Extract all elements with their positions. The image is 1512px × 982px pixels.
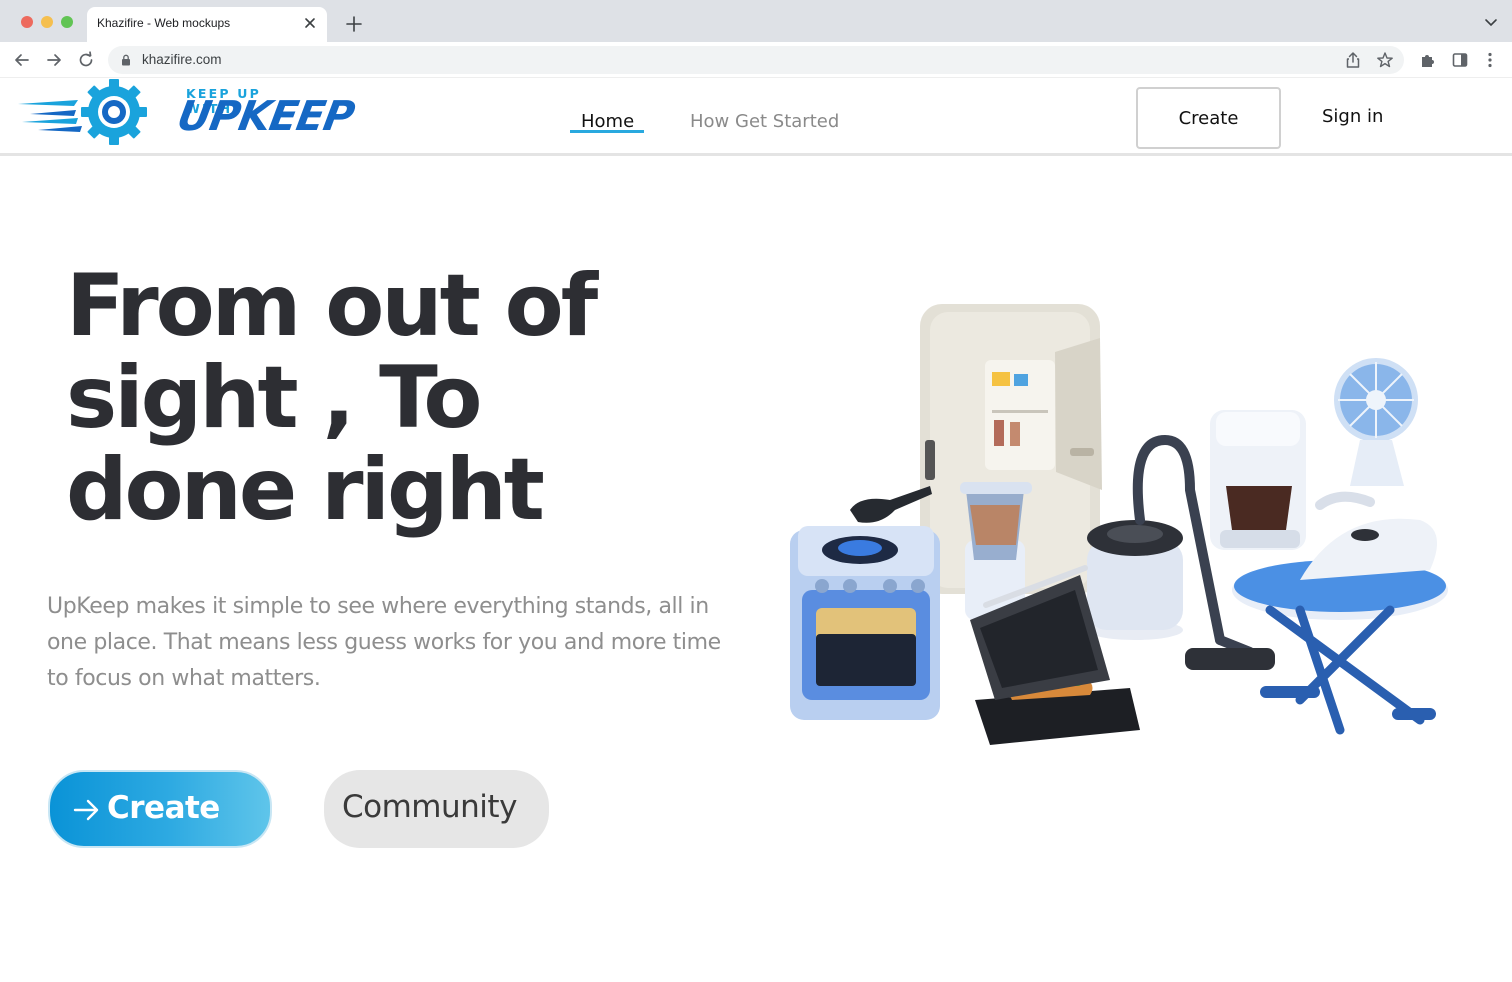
browser-tab[interactable]: Khazifire - Web mockups (87, 7, 327, 42)
extensions-puzzle-icon[interactable] (1419, 51, 1437, 69)
upkeep-logo[interactable]: KEEP UP WITH UPKEEP (16, 78, 357, 148)
share-icon[interactable] (1344, 51, 1362, 69)
hero-headline: From out of sight , To done right (66, 260, 766, 536)
hero-community-label: Community (342, 789, 517, 825)
gear-logo-icon (18, 79, 147, 145)
close-window-button[interactable] (21, 16, 33, 28)
chevron-down-icon[interactable] (1484, 16, 1498, 30)
nav-home-link[interactable]: Home (581, 111, 634, 132)
nav-how-get-started-link[interactable]: How Get Started (690, 111, 839, 132)
site-header: KEEP UP WITH UPKEEP Home How Get Started… (0, 78, 1512, 156)
minimize-window-button[interactable] (41, 16, 53, 28)
browser-tab-bar: Khazifire - Web mockups (0, 0, 1512, 42)
arrow-right-icon (73, 799, 99, 821)
address-bar[interactable]: khazifire.com (108, 46, 1404, 74)
reload-icon[interactable] (76, 50, 96, 70)
back-arrow-icon[interactable] (12, 50, 32, 70)
side-panel-icon[interactable] (1451, 51, 1469, 69)
tab-title: Khazifire - Web mockups (97, 16, 231, 30)
logo-wordmark: UPKEEP (173, 92, 358, 140)
hero-description: UpKeep makes it simple to see where ever… (47, 594, 721, 691)
bookmark-star-icon[interactable] (1376, 51, 1394, 69)
headline-line: From out of (66, 256, 598, 356)
maximize-window-button[interactable] (61, 16, 73, 28)
stove-icon (790, 486, 940, 720)
sign-in-link[interactable]: Sign in (1322, 106, 1383, 127)
close-icon[interactable] (301, 14, 319, 32)
forward-arrow-icon[interactable] (44, 50, 64, 70)
headline-line: sight , To (66, 348, 482, 448)
url-text: khazifire.com (142, 52, 222, 67)
browser-toolbar: khazifire.com (0, 42, 1512, 78)
coffee-maker-icon (1210, 410, 1306, 550)
header-create-button[interactable]: Create (1136, 87, 1281, 149)
desk-fan-icon (1334, 358, 1418, 486)
hero-community-button[interactable]: Community (324, 770, 549, 848)
headline-line: done right (66, 440, 545, 540)
home-appliances-illustration (790, 304, 1448, 745)
hero-create-button[interactable]: Create (48, 770, 272, 848)
hero-create-label: Create (107, 790, 220, 826)
new-tab-plus-icon[interactable] (344, 14, 364, 34)
more-vertical-icon[interactable] (1481, 51, 1499, 69)
lock-icon (122, 54, 130, 66)
nav-active-indicator (570, 130, 644, 133)
